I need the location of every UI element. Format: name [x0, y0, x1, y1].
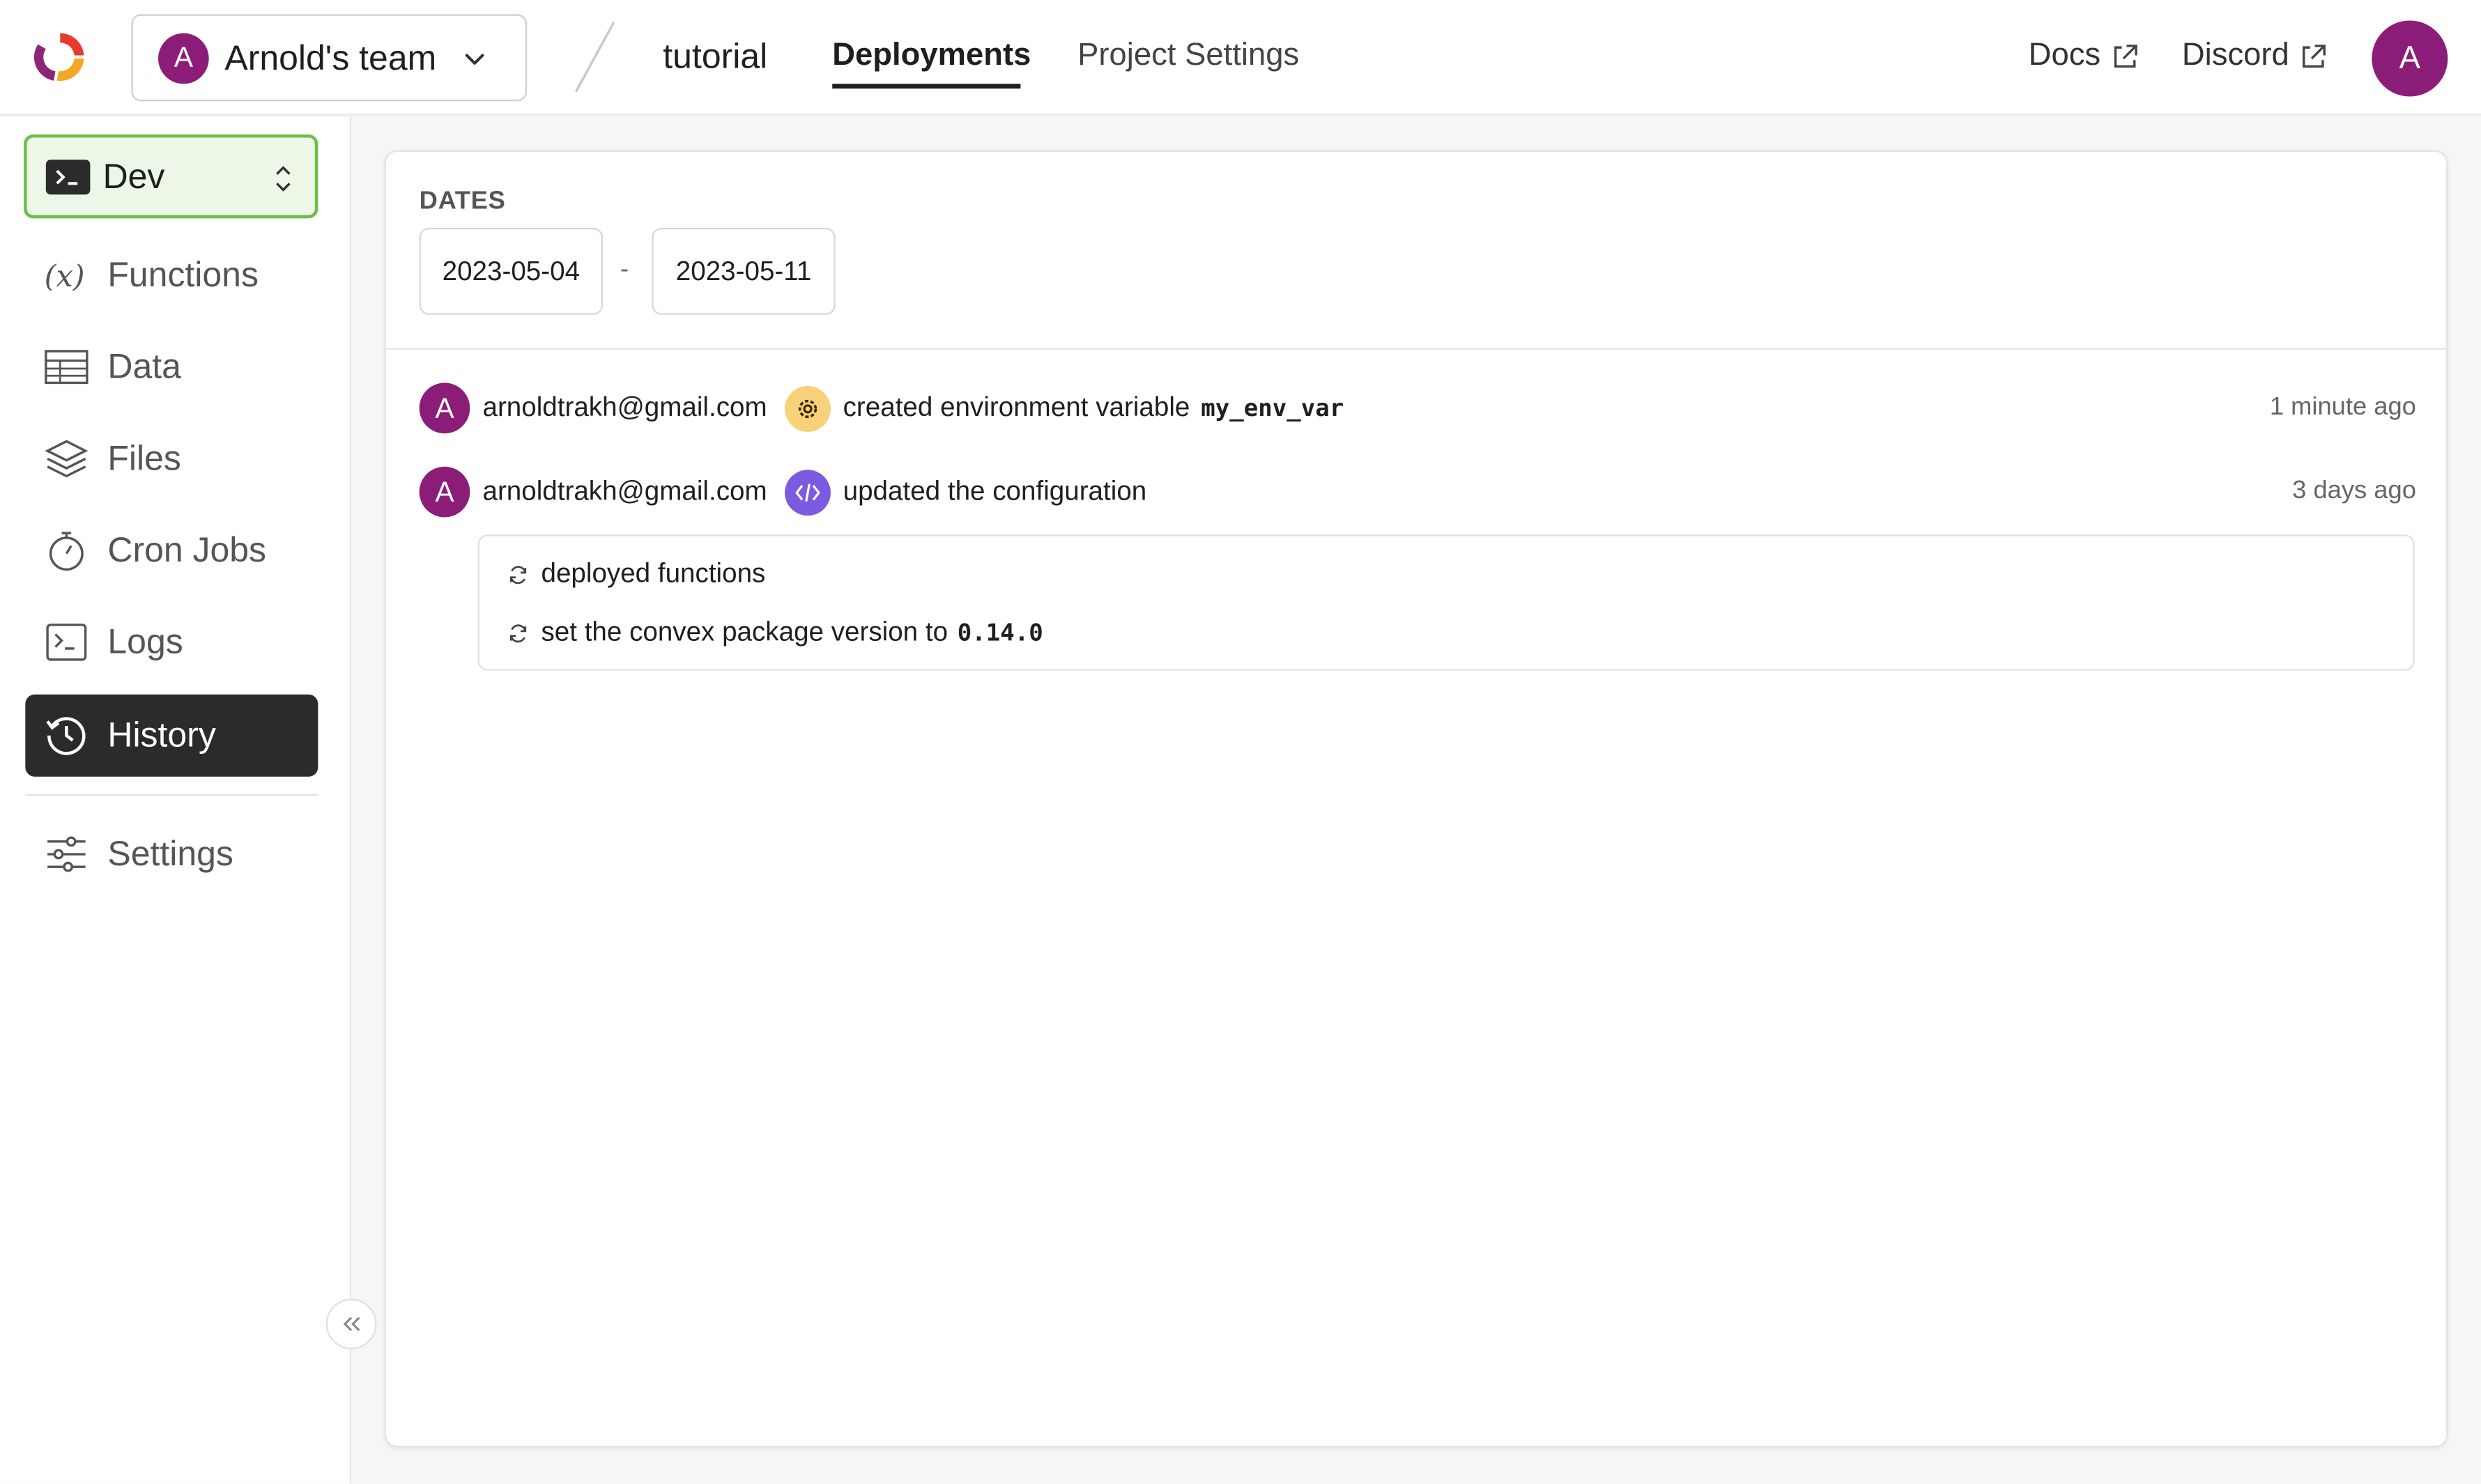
active-tab-indicator: [832, 84, 1021, 89]
event-user: arnoldtrakh@gmail.com: [482, 392, 767, 423]
sidebar-item-label: History: [107, 715, 216, 755]
tab-project-settings[interactable]: Project Settings: [1077, 38, 1299, 74]
start-date-input[interactable]: 2023-05-04: [419, 227, 604, 315]
detail-text: deployed functions: [541, 558, 766, 589]
refresh-icon: [509, 565, 527, 584]
avatar: A: [419, 382, 470, 434]
event-user: arnoldtrakh@gmail.com: [482, 476, 767, 507]
event-description: updated the configuration: [843, 476, 1147, 507]
code-icon: [784, 469, 831, 516]
table-icon: [45, 345, 89, 389]
user-avatar[interactable]: A: [2372, 20, 2448, 97]
chevron-up-down-icon: [276, 166, 291, 192]
docs-link-label: Docs: [2028, 38, 2101, 73]
sidebar-item-label: Cron Jobs: [107, 530, 267, 570]
date-separator: -: [620, 256, 629, 284]
sidebar-item-settings[interactable]: Settings: [25, 813, 318, 895]
discord-link-label: Discord: [2181, 38, 2289, 73]
environment-selector[interactable]: Dev: [24, 134, 318, 219]
event-timestamp: 1 minute ago: [2269, 394, 2416, 421]
sliders-icon: [45, 832, 89, 876]
terminal-icon: [45, 620, 89, 665]
sidebar-item-label: Functions: [107, 254, 259, 295]
event-code: my_env_var: [1201, 394, 1344, 423]
event-timestamp: 3 days ago: [2292, 477, 2416, 505]
team-avatar: A: [158, 32, 209, 84]
end-date-input[interactable]: 2023-05-11: [652, 227, 836, 315]
external-link-icon: [2113, 44, 2137, 67]
convex-logo-icon[interactable]: [31, 29, 89, 86]
avatar: A: [419, 466, 470, 518]
sidebar-item-label: Logs: [107, 621, 183, 662]
tab-deployments[interactable]: Deployments: [832, 38, 1031, 74]
history-event: A arnoldtrakh@gmail.com created environm…: [419, 382, 2416, 434]
dates-label: DATES: [419, 188, 506, 215]
history-event: A arnoldtrakh@gmail.com updated the conf…: [419, 466, 2416, 518]
discord-link[interactable]: Discord: [2182, 38, 2327, 74]
top-header: A Arnold's team tutorial Deployments Pro…: [0, 0, 2481, 116]
sidebar-item-logs[interactable]: Logs: [25, 601, 318, 683]
sidebar-divider: [25, 794, 318, 796]
detail-item: set the convex package version to 0.14.0: [508, 617, 1043, 648]
detail-text: set the convex package version to: [541, 617, 948, 647]
environment-label: Dev: [102, 155, 165, 196]
team-selector[interactable]: A Arnold's team: [131, 14, 528, 102]
history-icon: [45, 713, 89, 758]
chevrons-left-icon: [343, 1317, 360, 1331]
stopwatch-icon: [45, 528, 89, 573]
sidebar-item-label: Files: [107, 438, 181, 478]
sidebar-item-label: Data: [107, 346, 181, 386]
chevron-down-icon: [465, 53, 484, 64]
detail-code: 0.14.0: [957, 618, 1043, 647]
gear-icon: [784, 385, 831, 431]
history-panel: DATES 2023-05-04 - 2023-05-11 A arnoldtr…: [384, 150, 2448, 1448]
layers-icon: [45, 437, 89, 481]
event-description: created environment variable: [843, 392, 1190, 423]
sidebar: Dev (x) Functions Data Files Cron Jobs L…: [0, 117, 352, 1484]
sidebar-item-data[interactable]: Data: [25, 326, 318, 408]
sidebar-item-label: Settings: [107, 833, 233, 874]
docs-link[interactable]: Docs: [2029, 38, 2139, 74]
divider: [385, 348, 2447, 350]
terminal-icon: [45, 159, 91, 194]
external-link-icon: [2302, 44, 2326, 67]
sidebar-item-history[interactable]: History: [25, 694, 318, 777]
function-icon: (x): [45, 253, 89, 297]
svg-text:(x): (x): [45, 259, 85, 294]
detail-item: deployed functions: [508, 558, 766, 589]
sidebar-item-functions[interactable]: (x) Functions: [25, 234, 318, 316]
team-name: Arnold's team: [224, 37, 437, 77]
project-name[interactable]: tutorial: [663, 36, 767, 77]
breadcrumb-separator: [574, 21, 615, 93]
sidebar-item-files[interactable]: Files: [25, 417, 318, 500]
collapse-sidebar-button[interactable]: [325, 1298, 377, 1350]
sidebar-item-cron-jobs[interactable]: Cron Jobs: [25, 509, 318, 592]
refresh-icon: [509, 624, 527, 642]
event-details: deployed functions set the convex packag…: [477, 534, 2415, 671]
